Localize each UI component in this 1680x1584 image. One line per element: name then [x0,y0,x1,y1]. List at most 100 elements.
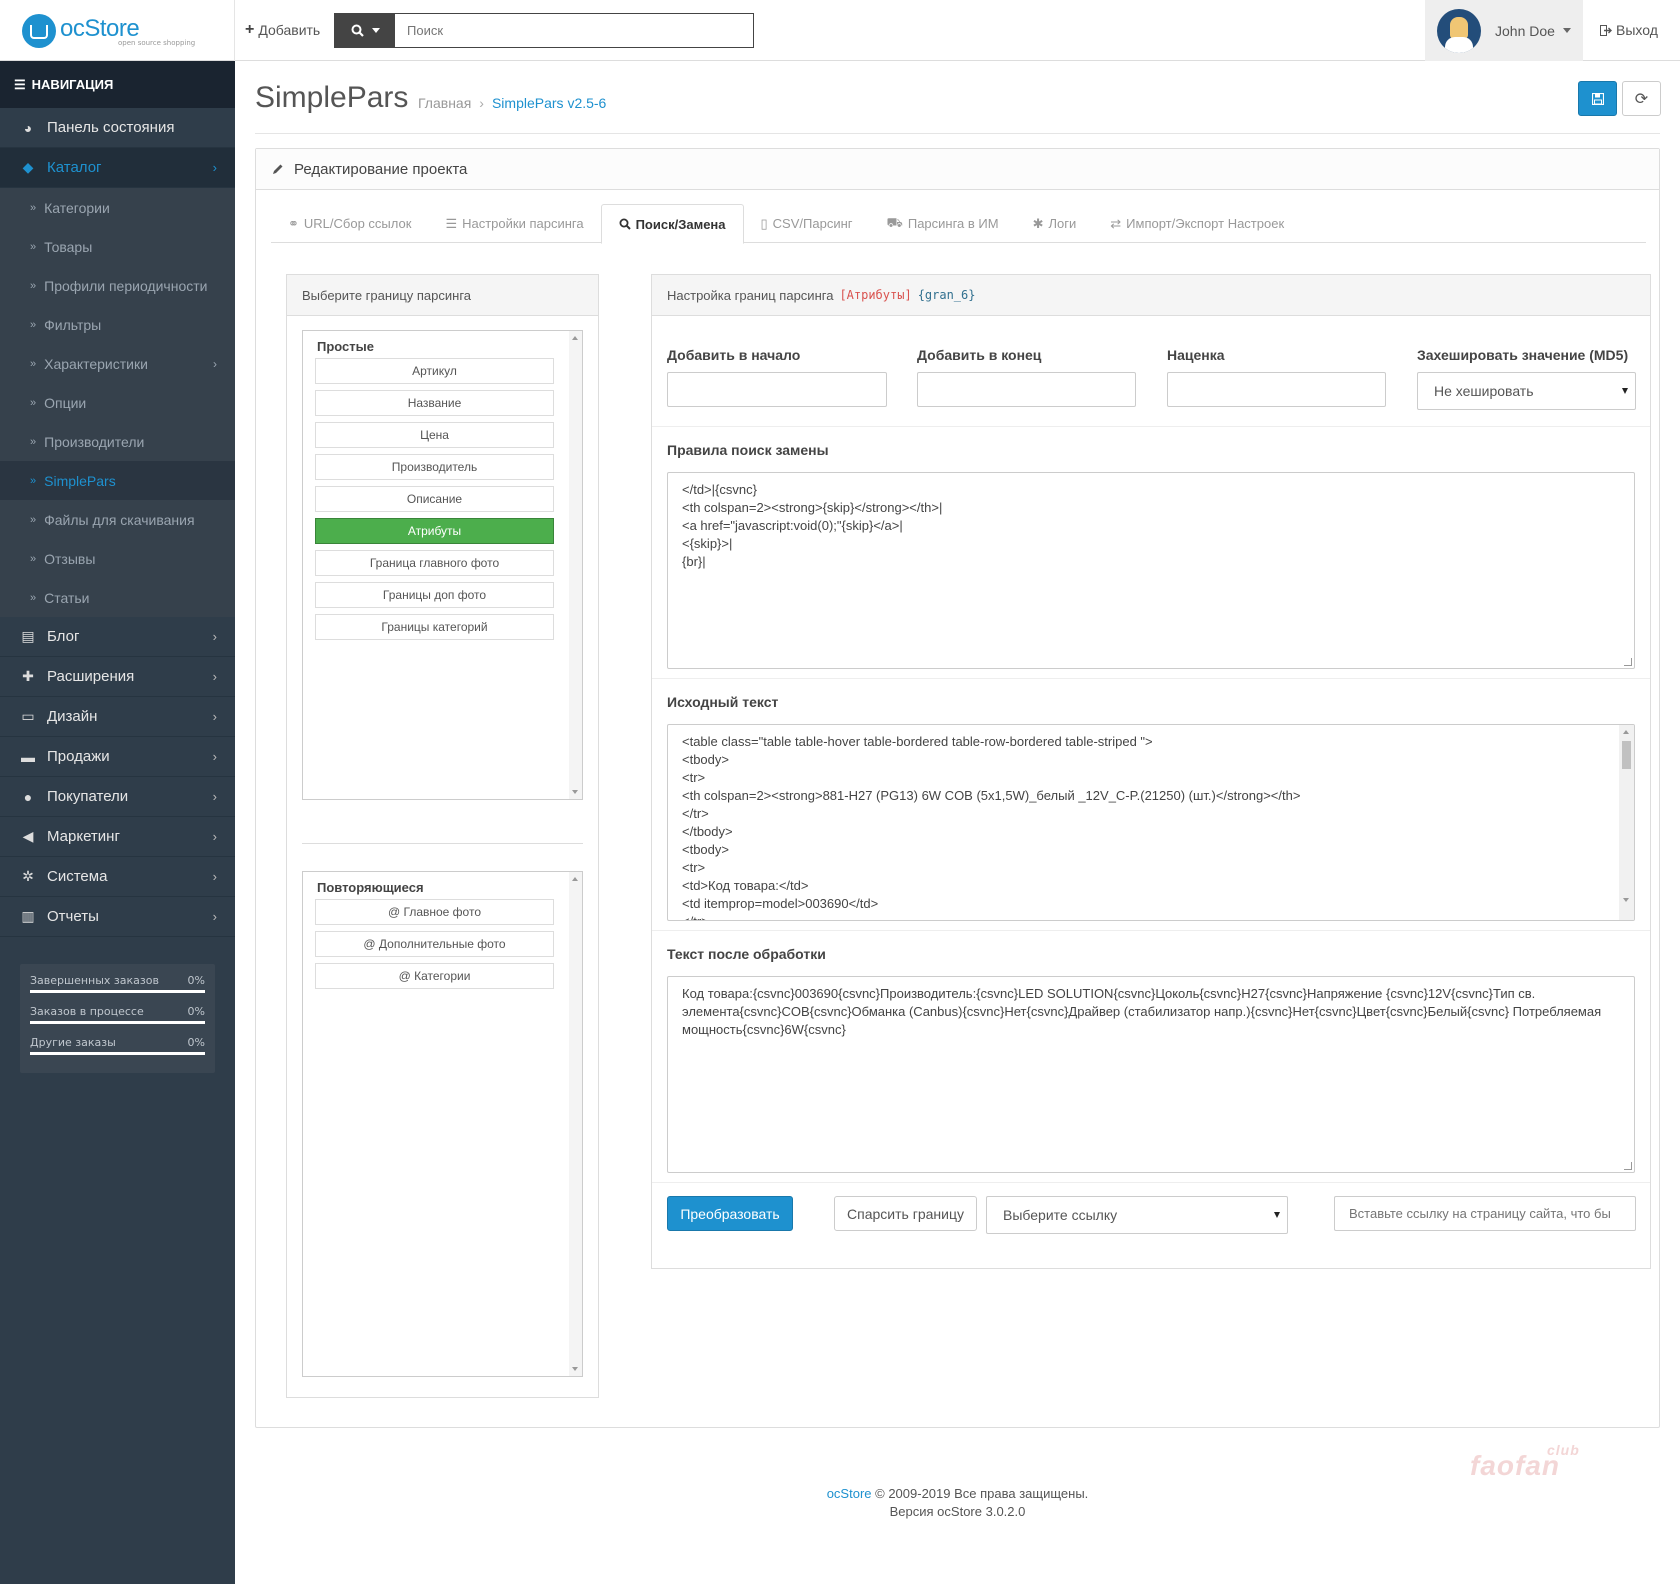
sidebar-subitem-attributes[interactable]: » Характеристики › [0,344,235,383]
save-button[interactable] [1578,81,1617,116]
logo-tagline: open source shopping [118,39,196,47]
boundary-item[interactable]: Границы категорий [315,614,554,640]
sidebar-item-sales[interactable]: ▬ Продажи › [0,737,235,777]
boundary-item[interactable]: @ Дополнительные фото [315,931,554,957]
boundary-item[interactable]: @ Категории [315,963,554,989]
nav-title[interactable]: ☰ НАВИГАЦИЯ [0,61,235,108]
footer-brand-link[interactable]: ocStore [827,1486,872,1501]
caret-down-icon [1274,1212,1280,1218]
source-label: Исходный текст [667,694,779,710]
tab-search-replace[interactable]: Поиск/Замена [600,204,744,244]
monitor-icon: ▭ [21,708,35,724]
boundary-item[interactable]: Артикул [315,358,554,384]
link-icon: ⚭ [288,215,299,231]
sidebar-subitem-label: Характеристики [44,355,148,372]
tab-import-export[interactable]: ⇄ Импорт/Экспорт Настроек [1093,204,1301,243]
sidebar-subitem-articles[interactable]: » Статьи [0,578,235,617]
source-scrollbar[interactable] [1619,725,1634,920]
hash-select[interactable]: Не хешировать [1417,372,1636,410]
sidebar-item-dashboard[interactable]: ◕ Панель состояния [0,108,235,148]
sidebar-item-label: Покупатели [47,788,129,805]
link-select-value: Выберите ссылку [1003,1207,1118,1223]
header-divider [234,0,235,61]
sidebar-item-extensions[interactable]: ✚ Расширения › [0,657,235,697]
sidebar-subitem-simplepars[interactable]: » SimplePars [0,461,235,500]
boundary-item[interactable]: Описание [315,486,554,512]
tab-csv-parse[interactable]: ▯ CSV/Парсинг [744,204,870,243]
logout-button[interactable]: Выход [1600,22,1658,38]
rules-textarea[interactable]: </td>|{csvnc} <th colspan=2><strong>{ski… [667,472,1635,669]
chevron-right-icon: › [212,909,217,924]
search-dropdown-button[interactable] [335,14,395,47]
refresh-button[interactable]: ⟳ [1622,81,1661,116]
tab-parse-to-store[interactable]: ⛟ Парсинга в ИМ [870,204,1016,243]
book-icon: ▤ [21,628,35,644]
parse-boundary-button[interactable]: Спарсить границу [834,1196,977,1231]
edit-project-panel: Редактирование проекта ⚭ URL/Сбор ссылок … [255,148,1660,1428]
sidebar-item-label: Система [47,868,108,885]
stat-completed: Завершенных заказов 0% [30,974,205,993]
result-textarea[interactable]: Код товара:{csvnc}003690{csvnc}Производи… [667,976,1635,1173]
boundary-item[interactable]: Граница главного фото [315,550,554,576]
footer-version: Версия ocStore 3.0.2.0 [889,1504,1026,1519]
boundary-tag-name: [Атрибуты] [839,288,912,302]
markup-input[interactable] [1167,372,1386,407]
boundary-item[interactable]: @ Главное фото [315,899,554,925]
cart-icon: ⛟ [886,214,903,230]
boundary-item-selected[interactable]: Атрибуты [315,518,554,544]
sidebar-item-label: Каталог [47,159,102,176]
angle-double-right-icon: » [30,552,37,565]
link-select[interactable]: Выберите ссылку [986,1196,1288,1234]
boundary-item[interactable]: Производитель [315,454,554,480]
source-textarea[interactable]: <table class="table table-hover table-bo… [667,724,1635,921]
tab-parse-settings[interactable]: ☰ Настройки парсинга [428,204,600,243]
sidebar-subitem-products[interactable]: » Товары [0,227,235,266]
bars-icon: ☰ [14,76,26,92]
sidebar: ☰ НАВИГАЦИЯ ◕ Панель состояния ◆ Каталог › »… [0,61,235,1584]
prepend-input[interactable] [667,372,887,407]
add-button[interactable]: + Добавить [245,20,320,40]
boundary-item[interactable]: Название [315,390,554,416]
sidebar-subitem-options[interactable]: » Опции [0,383,235,422]
breadcrumb-current[interactable]: SimplePars v2.5-6 [492,95,606,111]
sidebar-subitem-reviews[interactable]: » Отзывы [0,539,235,578]
list-scrollbar[interactable] [569,872,582,1376]
breadcrumb-home[interactable]: Главная [418,95,471,111]
repeating-boundaries-list[interactable]: Повторяющиеся @ Главное фото @ Дополните… [302,871,583,1377]
append-input[interactable] [917,372,1136,407]
ocstore-logo[interactable]: ocStore open source shopping [22,12,222,52]
sidebar-subitem-categories[interactable]: » Категории [0,188,235,227]
search-input[interactable] [395,14,753,47]
tab-url-links[interactable]: ⚭ URL/Сбор ссылок [271,204,428,243]
sidebar-subitem-manufacturers[interactable]: » Производители [0,422,235,461]
list-scrollbar[interactable] [569,331,582,799]
resize-handle-icon[interactable] [1624,658,1632,666]
sidebar-item-label: Расширения [47,668,135,685]
sidebar-item-reports[interactable]: ▥ Отчеты › [0,897,235,937]
scroll-down-icon [572,1367,578,1371]
panel-heading-text: Редактирование проекта [294,160,468,178]
sidebar-item-design[interactable]: ▭ Дизайн › [0,697,235,737]
page-url-input[interactable] [1334,1196,1636,1231]
sidebar-subitem-downloads[interactable]: » Файлы для скачивания [0,500,235,539]
simple-boundaries-list[interactable]: Простые Артикул Название Цена Производит… [302,330,583,800]
sidebar-item-customers[interactable]: ● Покупатели › [0,777,235,817]
sidebar-subitem-filters[interactable]: » Фильтры [0,305,235,344]
sidebar-subitem-label: Категории [44,199,110,216]
sidebar-item-label: Дизайн [47,708,98,725]
tags-icon: ◆ [22,159,34,175]
sidebar-item-system[interactable]: ✲ Система › [0,857,235,897]
sidebar-item-label: Продажи [47,748,110,765]
resize-handle-icon[interactable] [1624,1162,1632,1170]
sidebar-item-blog[interactable]: ▤ Блог › [0,617,235,657]
boundary-settings-panel: Настройка границ парсинга [Атрибуты] {gr… [651,274,1651,1269]
boundary-item[interactable]: Цена [315,422,554,448]
sidebar-subitem-recurring[interactable]: » Профили периодичности [0,266,235,305]
sidebar-item-marketing[interactable]: ◀ Маркетинг › [0,817,235,857]
tab-logs[interactable]: ✱ Логи [1016,204,1094,243]
scroll-thumb[interactable] [1622,741,1631,769]
sidebar-item-catalog[interactable]: ◆ Каталог › [0,148,235,188]
convert-button[interactable]: Преобразовать [667,1196,793,1231]
user-menu[interactable]: John Doe [1425,0,1583,61]
boundary-item[interactable]: Границы доп фото [315,582,554,608]
